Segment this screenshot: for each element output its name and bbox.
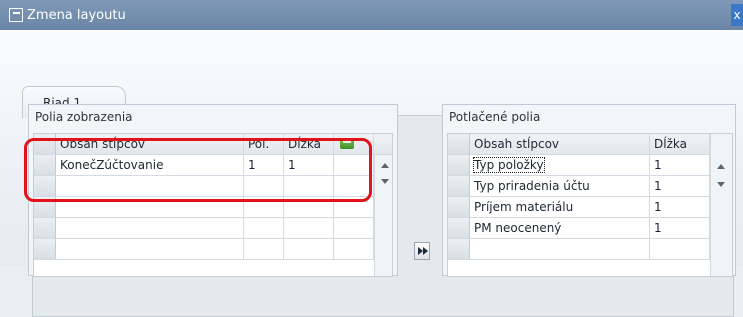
cell-dlzka[interactable]: 1: [650, 218, 710, 238]
cell-content[interactable]: Typ položky: [470, 155, 650, 175]
vertical-scrollbar[interactable]: [710, 134, 732, 276]
empty-cell[interactable]: [244, 197, 284, 217]
empty-cell: [334, 239, 374, 259]
empty-cell[interactable]: [650, 239, 710, 259]
empty-cell: [334, 176, 374, 196]
empty-cell: [334, 155, 374, 175]
row-select-handle[interactable]: [34, 176, 56, 196]
cell-content[interactable]: PM neocenený: [470, 218, 650, 238]
scroll-down-icon[interactable]: [381, 179, 389, 184]
vertical-scrollbar[interactable]: [374, 155, 392, 276]
cell-dlzka[interactable]: 1: [650, 176, 710, 196]
cell-content[interactable]: Príjem materiálu: [470, 197, 650, 217]
cell-dlzka[interactable]: 1: [650, 197, 710, 217]
row-select-handle[interactable]: [34, 155, 56, 175]
empty-cell[interactable]: [284, 239, 334, 259]
window-icon: [9, 8, 23, 22]
move-to-hidden-button[interactable]: [414, 242, 430, 260]
empty-cell: [334, 197, 374, 217]
dialog-title-bar: Zmena layoutu x: [0, 0, 743, 30]
close-button[interactable]: x: [731, 4, 743, 26]
empty-cell[interactable]: [56, 239, 244, 259]
cell-content[interactable]: Typ priradenia účtu: [470, 176, 650, 196]
empty-cell[interactable]: [244, 218, 284, 238]
row-select-handle[interactable]: [34, 239, 56, 259]
hidden-fields-table: Obsah stĺpcov Dĺžka Typ položky 1 Typ pr…: [447, 133, 733, 277]
hidden-fields-panel: Potlačené polia Obsah stĺpcov Dĺžka Typ …: [442, 104, 736, 277]
displayed-fields-table: Obsah stĺpcov Pol. Dĺžka KonečZúčtovanie…: [33, 133, 393, 277]
col-header-pol[interactable]: Pol.: [244, 134, 284, 154]
col-header-dlzka[interactable]: Dĺžka: [284, 134, 334, 154]
row-select-handle[interactable]: [448, 176, 470, 196]
empty-cell[interactable]: [244, 176, 284, 196]
row-select-handle[interactable]: [34, 218, 56, 238]
row-select-handle[interactable]: [448, 197, 470, 217]
displayed-fields-title: Polia zobrazenia: [35, 110, 133, 124]
scroll-up-icon[interactable]: [717, 164, 725, 169]
table-row: [34, 218, 392, 239]
table-row: [34, 176, 392, 197]
empty-cell[interactable]: [56, 176, 244, 196]
empty-cell[interactable]: [244, 239, 284, 259]
dialog-title: Zmena layoutu: [27, 7, 126, 23]
table-row: [34, 197, 392, 218]
select-all-handle[interactable]: [448, 134, 470, 154]
empty-cell[interactable]: [284, 176, 334, 196]
dialog-content: Riad.1 Polia zobrazenia Obsah stĺpcov Po…: [0, 30, 743, 317]
cell-content[interactable]: KonečZúčtovanie: [56, 155, 244, 175]
table-row: Typ priradenia účtu 1: [448, 176, 732, 197]
table-row: PM neocenený 1: [448, 218, 732, 239]
cell-dlzka[interactable]: 1: [650, 155, 710, 175]
table-row: [34, 239, 392, 260]
col-header-dlzka[interactable]: Dĺžka: [650, 134, 710, 154]
scroll-down-icon[interactable]: [717, 182, 725, 187]
empty-cell[interactable]: [56, 218, 244, 238]
row-select-handle[interactable]: [448, 239, 470, 259]
hidden-fields-title: Potlačené polia: [449, 110, 541, 124]
select-all-handle[interactable]: [34, 134, 56, 154]
table-header: Obsah stĺpcov Pol. Dĺžka: [34, 134, 392, 155]
cell-pol-input[interactable]: 1: [244, 155, 284, 175]
empty-cell[interactable]: [284, 197, 334, 217]
displayed-fields-panel: Polia zobrazenia Obsah stĺpcov Pol. Dĺžk…: [28, 104, 398, 277]
table-row: Typ položky 1: [448, 155, 732, 176]
row-select-handle[interactable]: [34, 197, 56, 217]
empty-cell: [334, 218, 374, 238]
cell-dlzka-input[interactable]: 1: [284, 155, 334, 175]
table-header: Obsah stĺpcov Dĺžka: [448, 134, 732, 155]
col-header-content[interactable]: Obsah stĺpcov: [56, 134, 244, 154]
col-header-content[interactable]: Obsah stĺpcov: [470, 134, 650, 154]
table-row: [448, 239, 732, 260]
column-settings-button[interactable]: [334, 134, 374, 154]
row-select-handle[interactable]: [448, 218, 470, 238]
column-settings-icon: [340, 138, 354, 149]
empty-cell[interactable]: [284, 218, 334, 238]
row-select-handle[interactable]: [448, 155, 470, 175]
empty-cell[interactable]: [470, 239, 650, 259]
cell-content-text: Typ položky: [473, 157, 545, 173]
table-row: Príjem materiálu 1: [448, 197, 732, 218]
empty-cell[interactable]: [56, 197, 244, 217]
scroll-up-icon[interactable]: [381, 163, 389, 168]
table-row: KonečZúčtovanie 1 1: [34, 155, 392, 176]
